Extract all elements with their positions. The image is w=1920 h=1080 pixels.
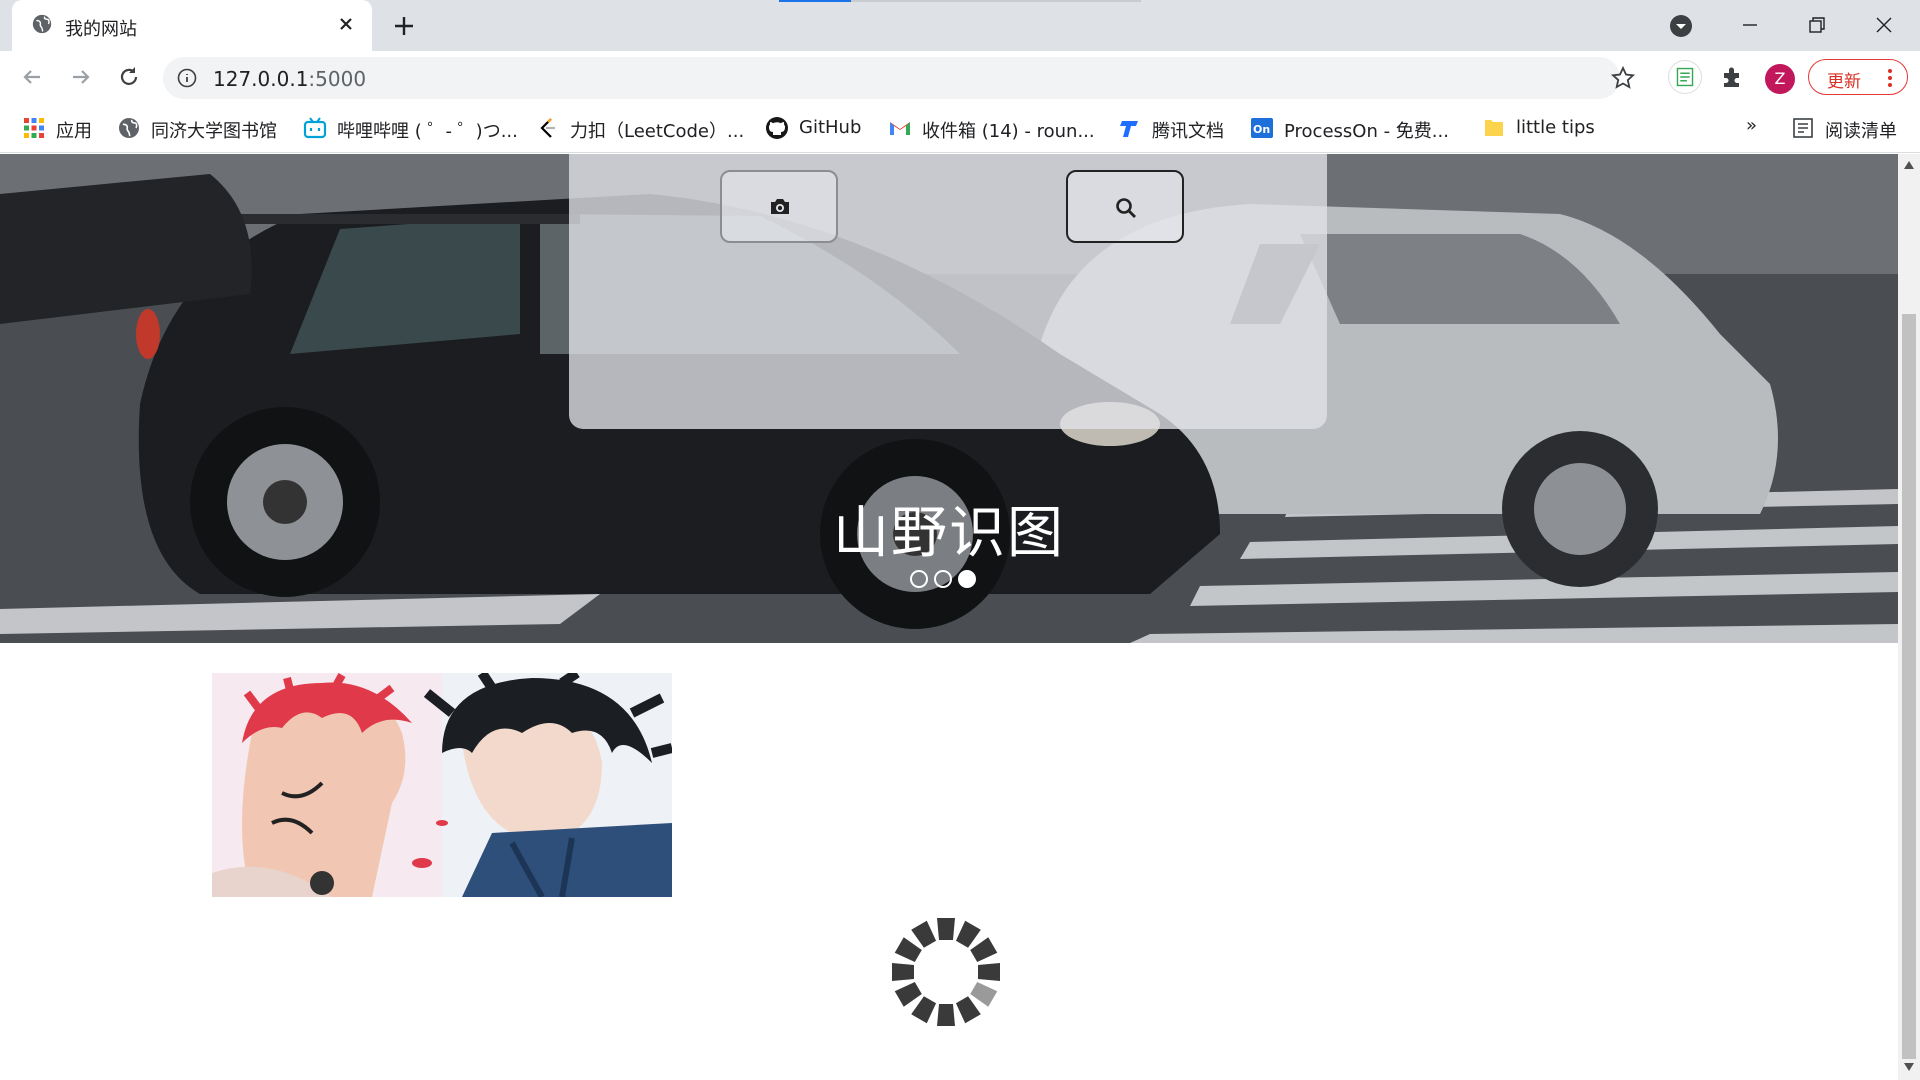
url-text: 127.0.0.1:5000 (213, 67, 366, 91)
restore-window-icon[interactable] (1802, 10, 1832, 40)
more-menu-icon (1888, 69, 1892, 87)
extension-reader-icon[interactable] (1668, 60, 1702, 94)
close-tab-icon[interactable] (334, 12, 358, 36)
loading-indicator (779, 0, 851, 2)
browser-tab-active[interactable]: 我的网站 (12, 0, 372, 51)
page-viewport: 山野识图 (0, 154, 1898, 1080)
loading-track (851, 0, 1141, 2)
url-port: :5000 (308, 67, 367, 91)
reload-icon[interactable] (115, 63, 143, 91)
update-button[interactable]: 更新 (1808, 59, 1908, 95)
bookmark-label: 收件箱 (14) - roun... (922, 121, 1095, 142)
back-icon[interactable] (18, 63, 46, 91)
browser-toolbar: 127.0.0.1:5000 Z 更新 (0, 51, 1920, 103)
page-scrollbar[interactable] (1898, 154, 1920, 1080)
bookmark-label: ProcessOn - 免费... (1284, 121, 1449, 142)
extensions-puzzle-icon[interactable] (1719, 64, 1745, 90)
scroll-up-icon[interactable] (1903, 160, 1915, 170)
anime-illustration (212, 673, 672, 897)
tencent-docs-icon (1120, 121, 1138, 137)
more-bookmarks-label: » (1746, 115, 1758, 136)
scroll-down-icon[interactable] (1903, 1062, 1915, 1072)
camera-button[interactable] (720, 170, 838, 243)
new-tab-icon[interactable] (390, 12, 418, 40)
bookmark-star-icon[interactable] (1610, 65, 1636, 91)
folder-icon (1485, 120, 1503, 136)
reading-list-icon (1793, 118, 1813, 138)
uploaded-image-preview (212, 673, 672, 897)
bookmark-label: 同济大学图书馆 (151, 121, 277, 142)
processon-icon: On (1251, 118, 1273, 138)
hero-title: 山野识图 (833, 501, 1065, 566)
carousel-dot-2[interactable] (934, 570, 952, 588)
globe-icon (32, 14, 52, 34)
site-info-icon[interactable] (177, 68, 197, 88)
url-host: 127.0.0.1 (213, 67, 309, 91)
more-bookmarks-button[interactable]: » (1746, 115, 1757, 141)
tab-search-icon[interactable] (1668, 13, 1694, 39)
forward-icon[interactable] (67, 63, 95, 91)
bookmark-label: GitHub (799, 117, 862, 138)
tab-title: 我的网站 (65, 19, 137, 40)
bookmark-label: little tips (1516, 117, 1595, 138)
bookmarks-bar: 应用 同济大学图书馆 哔哩哔哩 ( ゜- ゜)つ... 力扣（LeetCode）… (0, 103, 1920, 153)
camera-icon (771, 199, 789, 214)
loading-spinner-icon (892, 918, 1000, 1026)
bookmark-label: 腾讯文档 (1152, 121, 1224, 142)
bookmark-label: 哔哩哔哩 ( ゜- ゜)つ... (337, 121, 518, 142)
tab-strip: 我的网站 (0, 0, 1920, 51)
reading-list-label: 阅读清单 (1825, 121, 1897, 142)
document-icon (1676, 67, 1694, 87)
scrollbar-thumb[interactable] (1902, 314, 1916, 1059)
hero-carousel: 山野识图 (0, 154, 1898, 643)
profile-avatar[interactable]: Z (1765, 64, 1795, 94)
bookmark-label: 力扣（LeetCode）... (570, 121, 745, 142)
globe-icon (119, 118, 139, 138)
upload-panel (569, 154, 1327, 429)
address-bar[interactable]: 127.0.0.1:5000 (163, 57, 1636, 99)
bookmark-label: 应用 (56, 121, 92, 142)
close-window-icon[interactable] (1869, 10, 1899, 40)
bilibili-icon (303, 117, 327, 139)
update-label: 更新 (1827, 72, 1861, 92)
apps-grid-icon (24, 118, 44, 138)
search-button[interactable] (1066, 170, 1184, 243)
carousel-dot-1[interactable] (910, 570, 928, 588)
carousel-dot-3-active[interactable] (958, 570, 976, 588)
svg-text:On: On (1253, 123, 1270, 136)
search-icon (1116, 198, 1136, 218)
github-icon (766, 117, 788, 139)
leetcode-icon (540, 118, 555, 138)
minimize-icon[interactable] (1735, 10, 1765, 40)
gmail-icon (890, 122, 910, 135)
